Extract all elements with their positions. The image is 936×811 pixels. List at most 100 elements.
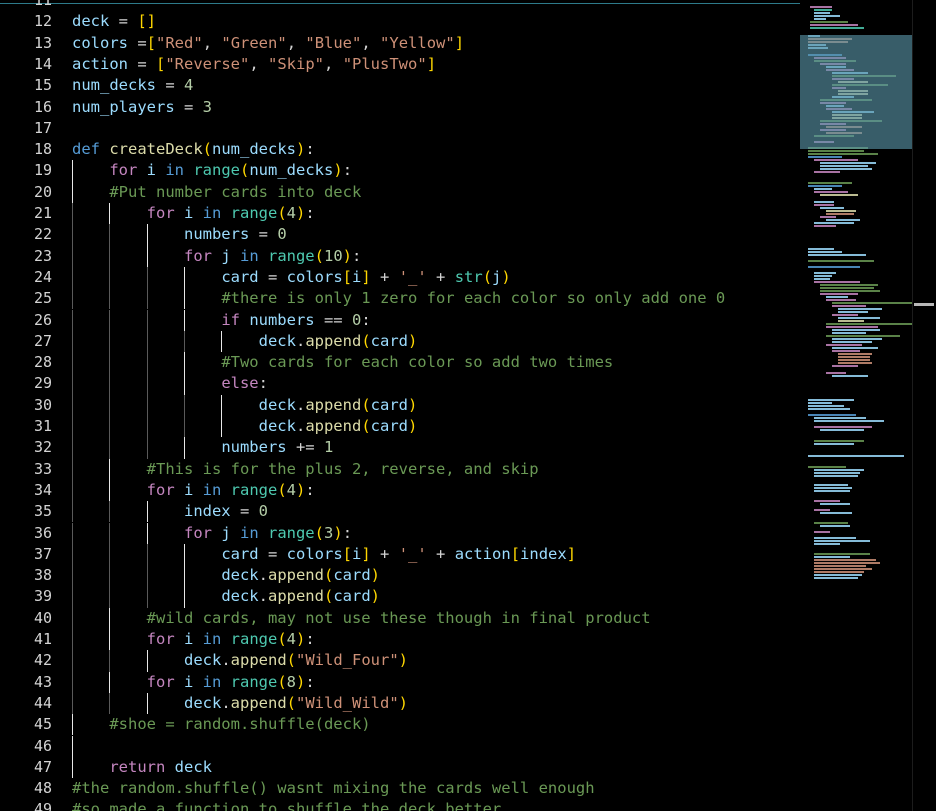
minimap-line [808, 399, 854, 401]
code-line[interactable]: 38 deck.append(card) [0, 565, 800, 587]
code-token: ( [240, 161, 250, 180]
minimap-line [814, 562, 880, 564]
code-line[interactable]: 30 deck.append(card) [0, 394, 800, 416]
minimap-line [826, 326, 878, 328]
code-line[interactable]: 20 #Put number cards into deck [0, 181, 800, 203]
minimap-line [820, 525, 850, 527]
minimap-line [814, 191, 848, 193]
minimap-line [832, 314, 858, 316]
minimap-line [832, 111, 874, 113]
minimap[interactable] [800, 0, 912, 811]
code-line[interactable]: 40 #wild cards, may not use these though… [0, 607, 800, 629]
minimap-line [814, 60, 856, 62]
code-token: card [370, 395, 408, 414]
code-token: ) [407, 331, 418, 350]
code-token: ( [277, 204, 287, 222]
code-token: "Yellow" [380, 33, 455, 52]
code-token: i [183, 672, 203, 691]
code-token: ) [398, 693, 408, 712]
code-token: num_decks [212, 140, 296, 159]
code-token: deck [221, 566, 259, 585]
code-line[interactable]: 16 num_players = 3 [0, 97, 800, 118]
code-token: deck [258, 395, 296, 414]
minimap-line [832, 87, 846, 89]
minimap-line [808, 455, 904, 457]
code-token: colors [286, 267, 343, 286]
code-line[interactable]: 42 deck.append("Wild_Four") [0, 650, 800, 672]
code-token: in [165, 161, 194, 180]
code-token: num_players [72, 97, 184, 116]
code-line[interactable]: 18 def createDeck(num_decks): [0, 139, 800, 160]
minimap-line [838, 320, 864, 322]
code-line[interactable]: 41 for i in range(4): [0, 629, 800, 651]
code-line[interactable]: 21 for i in range(4): [0, 203, 800, 225]
code-line[interactable]: 39 deck.append(card) [0, 586, 800, 608]
code-token: : [361, 310, 371, 329]
code-line[interactable]: 37 card = colors[i] + '_' + action[index… [0, 543, 800, 566]
code-line[interactable]: 28 #Two cards for each color so add two … [0, 352, 800, 374]
code-token: append [305, 417, 362, 435]
code-line[interactable]: 47 return deck [0, 756, 800, 779]
minimap-line [814, 553, 870, 555]
code-text: numbers += 1 [72, 437, 333, 458]
code-line[interactable]: 24 card = colors[i] + '_' + str(j) [0, 266, 800, 289]
code-text: deck.append(card) [72, 331, 418, 352]
minimap-line [826, 219, 860, 221]
indent-guide [72, 735, 73, 757]
code-line[interactable]: 23 for j in range(10): [0, 245, 800, 267]
code-line[interactable]: 17 [0, 118, 800, 139]
code-line[interactable]: 15 num_decks = 4 [0, 75, 800, 96]
code-line[interactable]: 45 #shoe = random.shuffle(deck) [0, 714, 800, 736]
code-line[interactable]: 27 deck.append(card) [0, 330, 800, 353]
vertical-scrollbar[interactable] [912, 0, 936, 811]
code-token: 4 [286, 480, 297, 499]
minimap-line [832, 365, 858, 367]
minimap-line [814, 222, 854, 224]
code-token: ] [361, 544, 371, 563]
code-token: 4 [286, 630, 297, 648]
code-token: if [221, 310, 250, 329]
code-line[interactable]: 35 index = 0 [0, 501, 800, 523]
minimap-line [838, 81, 868, 83]
code-line[interactable]: 22 numbers = 0 [0, 224, 800, 246]
code-line[interactable]: 29 else: [0, 373, 800, 395]
code-line[interactable]: 19 for i in range(num_decks): [0, 160, 800, 182]
code-token: i [352, 544, 362, 563]
minimap-line [808, 153, 878, 155]
code-line[interactable]: 11 [0, 0, 800, 11]
code-line[interactable]: 14 action = ["Reverse", "Skip", "PlusTwo"… [0, 54, 800, 75]
code-pane[interactable]: 11 12 deck = [] 13 colors =["Red", "Green", … [0, 0, 800, 811]
code-line[interactable]: 32 numbers += 1 [0, 437, 800, 459]
line-number: 38 [33, 566, 52, 585]
minimap-line [838, 317, 880, 319]
code-line[interactable]: 43 for i in range(8): [0, 671, 800, 693]
code-line[interactable]: 46 [0, 735, 800, 757]
code-line[interactable]: 48 #the random.shuffle() wasnt mixing the… [0, 778, 800, 799]
code-token: ) [407, 395, 418, 414]
code-token: append [230, 693, 287, 712]
minimap-line [820, 120, 882, 122]
code-token: . [295, 395, 306, 414]
code-token: = [137, 54, 156, 73]
code-line[interactable]: 49 #so made a function to shuffle the dec… [0, 799, 800, 811]
code-line[interactable]: 36 for j in range(3): [0, 522, 800, 544]
code-text: for i in range(4): [72, 480, 315, 501]
minimap-line [814, 469, 864, 471]
code-token: 1 [323, 438, 334, 457]
code-line[interactable]: 31 deck.append(card) [0, 416, 800, 438]
code-text: for i in range(8): [72, 672, 315, 693]
code-line[interactable]: 13 colors =["Red", "Green", "Blue", "Yell… [0, 33, 800, 54]
code-token: i [183, 630, 203, 648]
code-line[interactable]: 44 deck.append("Wild_Wild") [0, 692, 800, 715]
code-token: : [258, 374, 268, 393]
minimap-line [808, 402, 832, 404]
code-token: . [258, 566, 268, 585]
code-token: ) [370, 587, 380, 606]
code-token: "Blue" [305, 33, 362, 52]
code-line[interactable]: 33 #This is for the plus 2, reverse, and… [0, 458, 800, 480]
code-line[interactable]: 34 for i in range(4): [0, 479, 800, 502]
code-line[interactable]: 25 #there is only 1 zero for each color … [0, 288, 800, 310]
code-line[interactable]: 12 deck = [] [0, 11, 800, 32]
code-line[interactable]: 26 if numbers == 0: [0, 309, 800, 331]
